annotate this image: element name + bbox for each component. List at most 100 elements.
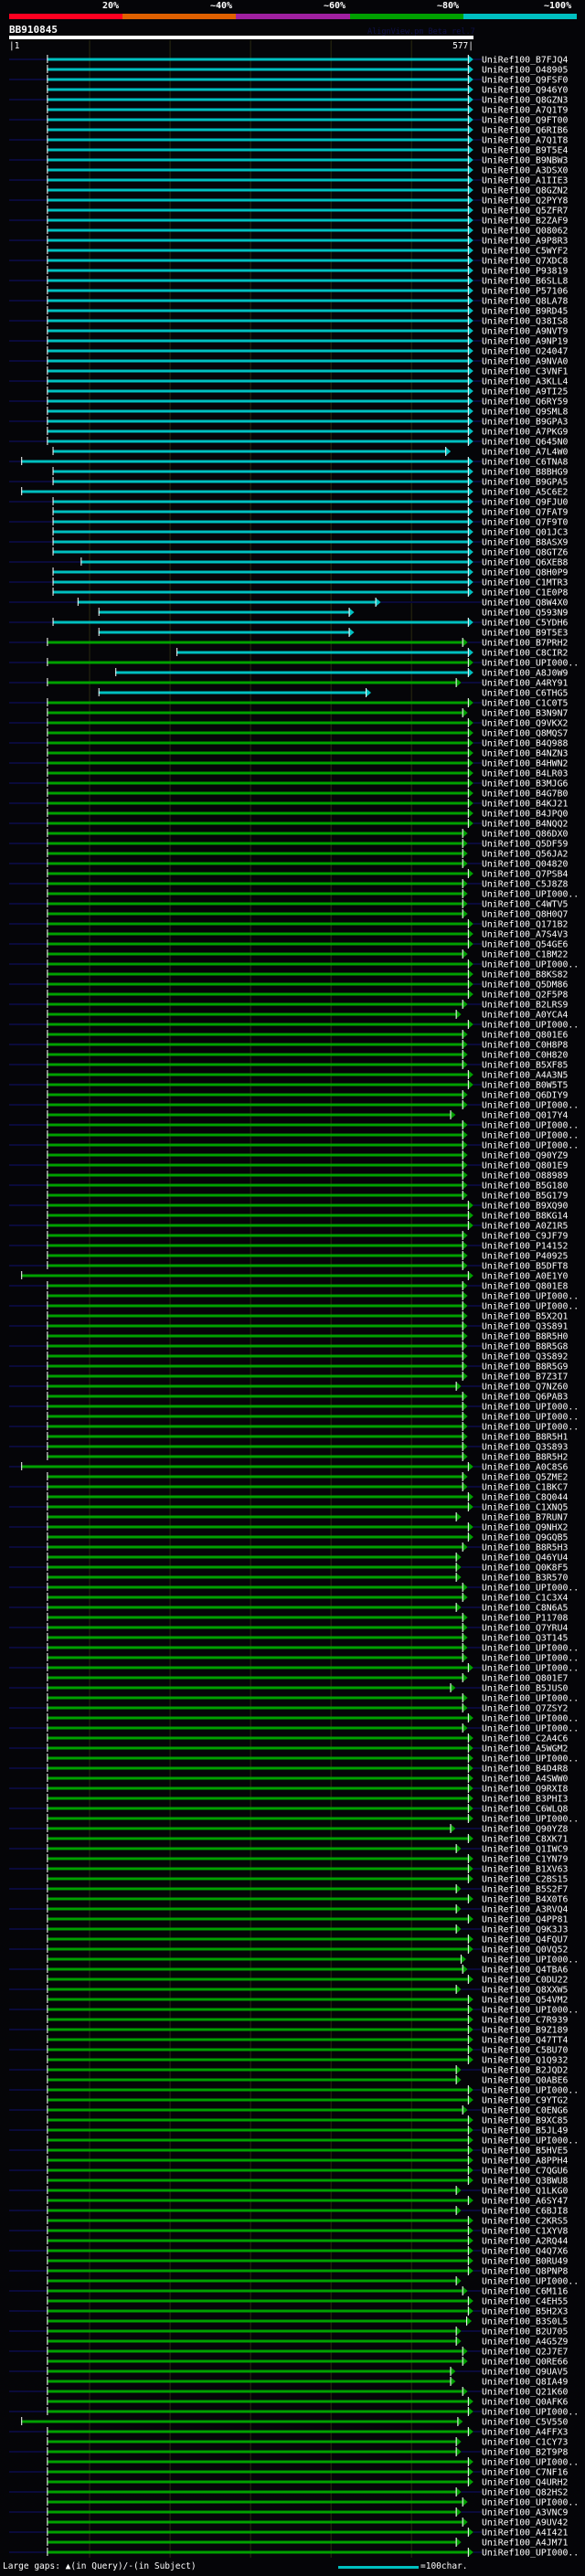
hit-label[interactable]: UniRef100_Q9FSF0 — [482, 76, 568, 86]
hit-row[interactable]: UniRef100_B4LR03 — [47, 769, 568, 779]
hit-row[interactable]: UniRef100_UPI000.. — [9, 1100, 579, 1111]
hit-label[interactable]: UniRef100_B6SLL8 — [482, 277, 568, 287]
hit-label[interactable]: UniRef100_A9NVT9 — [482, 327, 568, 337]
hit-row[interactable]: UniRef100_Q4Q7X6 — [9, 2246, 568, 2257]
hit-row[interactable]: UniRef100_Q0ABE6 — [47, 2075, 568, 2086]
hit-label[interactable]: UniRef100_Q017Y4 — [482, 1111, 568, 1121]
hit-row[interactable]: UniRef100_Q1IWC9 — [9, 1844, 568, 1855]
hit-label[interactable]: UniRef100_Q7PSB4 — [482, 870, 568, 880]
hit-label[interactable]: UniRef100_UPI000.. — [482, 1021, 579, 1031]
hit-label[interactable]: UniRef100_A3DSX0 — [482, 166, 568, 176]
hit-row[interactable]: UniRef100_C7R939 — [47, 2015, 568, 2026]
hit-row[interactable]: UniRef100_B8ASX9 — [9, 537, 568, 548]
hit-label[interactable]: UniRef100_UPI000.. — [482, 1754, 579, 1765]
hit-row[interactable]: UniRef100_Q8W4X0 — [9, 598, 568, 609]
hit-row[interactable]: UniRef100_Q593N9 — [98, 608, 569, 619]
hit-row[interactable]: UniRef100_UPI000.. — [47, 1412, 579, 1423]
hit-row[interactable]: UniRef100_C8CIR2 — [176, 648, 568, 659]
hit-label[interactable]: UniRef100_B8KS82 — [482, 970, 568, 981]
hit-label[interactable]: UniRef100_C5V550 — [482, 2418, 568, 2428]
hit-label[interactable]: UniRef100_C6TNA8 — [482, 458, 568, 468]
hit-label[interactable]: UniRef100_UPI000.. — [482, 1413, 579, 1423]
hit-row[interactable]: UniRef100_B9T5E4 — [47, 145, 568, 156]
hit-row[interactable]: UniRef100_Q3BWU8 — [47, 2176, 568, 2187]
hit-label[interactable]: UniRef100_C1XNQ5 — [482, 1503, 568, 1513]
hit-row[interactable]: UniRef100_Q2PYY8 — [9, 196, 568, 207]
hit-label[interactable]: UniRef100_Q0ABE6 — [482, 2076, 568, 2086]
hit-label[interactable]: UniRef100_B3PHI3 — [482, 1795, 568, 1805]
hit-label[interactable]: UniRef100_B2U705 — [482, 2327, 568, 2337]
hit-label[interactable]: UniRef100_C9JF79 — [482, 1232, 568, 1242]
hit-row[interactable]: UniRef100_B4KJ21 — [9, 799, 568, 810]
hit-row[interactable]: UniRef100_C6TNA8 — [9, 457, 568, 468]
hit-label[interactable]: UniRef100_B5HVE5 — [482, 2147, 568, 2157]
hit-row[interactable]: UniRef100_C5V550 — [21, 2417, 568, 2428]
hit-row[interactable]: UniRef100_Q5DM86 — [9, 980, 568, 991]
hit-row[interactable]: UniRef100_Q3T145 — [47, 1633, 568, 1644]
hit-row[interactable]: UniRef100_Q5ZFR7 — [47, 206, 568, 217]
hit-row[interactable]: UniRef100_B4NQQ2 — [9, 819, 568, 830]
hit-row[interactable]: UniRef100_A4I421 — [9, 2528, 568, 2539]
hit-row[interactable]: UniRef100_Q801E9 — [9, 1161, 568, 1171]
hit-label[interactable]: UniRef100_Q7F9T0 — [482, 518, 568, 528]
hit-row[interactable]: UniRef100_UPI000.. — [9, 1663, 579, 1674]
hit-row[interactable]: UniRef100_A5WGM2 — [9, 1744, 568, 1754]
hit-label[interactable]: UniRef100_B7PRH2 — [482, 639, 568, 649]
hit-row[interactable]: UniRef100_A9NVA0 — [9, 356, 568, 367]
hit-row[interactable]: UniRef100_Q017Y4 — [47, 1110, 568, 1121]
hit-row[interactable]: UniRef100_C1C3X4 — [47, 1593, 568, 1604]
hit-row[interactable]: UniRef100_P14152 — [9, 1241, 568, 1252]
hit-label[interactable]: UniRef100_Q01JC3 — [482, 528, 568, 538]
hit-row[interactable]: UniRef100_C5YDH6 — [9, 618, 568, 629]
hit-label[interactable]: UniRef100_Q21K60 — [482, 2388, 568, 2398]
hit-row[interactable]: UniRef100_Q21K60 — [9, 2387, 568, 2398]
hit-row[interactable]: UniRef100_UPI000.. — [9, 1402, 579, 1413]
hit-label[interactable]: UniRef100_Q0K8F5 — [482, 1564, 568, 1574]
hit-row[interactable]: UniRef100_O88989 — [47, 1171, 568, 1182]
hit-label[interactable]: UniRef100_B7FJQ4 — [482, 56, 568, 66]
hit-label[interactable]: UniRef100_B8ASX9 — [482, 538, 568, 548]
hit-row[interactable]: UniRef100_B2ZAF9 — [9, 216, 568, 227]
hit-label[interactable]: UniRef100_Q9SML8 — [482, 408, 568, 418]
hit-label[interactable]: UniRef100_Q8XXW5 — [482, 1986, 568, 1996]
hit-label[interactable]: UniRef100_C7QGU6 — [482, 2167, 568, 2177]
hit-label[interactable]: UniRef100_A4A3N5 — [482, 1071, 568, 1081]
hit-label[interactable]: UniRef100_C1MTR3 — [482, 578, 568, 588]
hit-row[interactable]: UniRef100_B2LRS9 — [9, 1000, 568, 1011]
hit-label[interactable]: UniRef100_A0C8S6 — [482, 1463, 568, 1473]
hit-row[interactable]: UniRef100_A7PKG9 — [47, 427, 568, 438]
hit-row[interactable]: UniRef100_Q46YU4 — [47, 1553, 568, 1564]
hit-label[interactable]: UniRef100_A9NVA0 — [482, 357, 568, 367]
hit-row[interactable]: UniRef100_B3N9N7 — [47, 708, 568, 719]
hit-label[interactable]: UniRef100_B0W5T5 — [482, 1081, 568, 1091]
hit-label[interactable]: UniRef100_A4I421 — [482, 2528, 568, 2539]
hit-row[interactable]: UniRef100_A9TI25 — [47, 387, 568, 398]
hit-label[interactable]: UniRef100_UPI000.. — [482, 890, 579, 900]
hit-label[interactable]: UniRef100_Q645N0 — [482, 438, 568, 448]
hit-row[interactable]: UniRef100_C4EH55 — [47, 2296, 568, 2307]
hit-label[interactable]: UniRef100_O88989 — [482, 1171, 568, 1182]
hit-row[interactable]: UniRef100_B5HVE5 — [9, 2146, 568, 2157]
hit-label[interactable]: UniRef100_Q7ZSY2 — [482, 1704, 568, 1714]
hit-label[interactable]: UniRef100_B0RU49 — [482, 2257, 568, 2267]
hit-row[interactable]: UniRef100_A1IIE3 — [9, 175, 568, 186]
hit-label[interactable]: UniRef100_A9TI25 — [482, 387, 568, 398]
hit-label[interactable]: UniRef100_A5WGM2 — [482, 1744, 568, 1754]
hit-label[interactable]: UniRef100_UPI000.. — [482, 2086, 579, 2096]
hit-label[interactable]: UniRef100_B9RD45 — [482, 307, 568, 317]
hit-row[interactable]: UniRef100_A3VNC9 — [9, 2507, 568, 2518]
hit-label[interactable]: UniRef100_B8R5H3 — [482, 1543, 568, 1553]
hit-row[interactable]: UniRef100_Q7ZSY2 — [9, 1703, 568, 1714]
hit-row[interactable]: UniRef100_Q8GZN3 — [9, 95, 568, 106]
hit-label[interactable]: UniRef100_Q3BWU8 — [482, 2177, 568, 2187]
hit-row[interactable]: UniRef100_A7Q1T8 — [9, 135, 568, 146]
hit-label[interactable]: UniRef100_B2JQD2 — [482, 2066, 568, 2076]
hit-row[interactable]: UniRef100_UPI000.. — [47, 1814, 579, 1825]
hit-row[interactable]: UniRef100_Q4FQU7 — [47, 1935, 568, 1945]
hit-row[interactable]: UniRef100_Q5ZME2 — [47, 1472, 568, 1483]
hit-label[interactable]: UniRef100_C8CIR2 — [482, 649, 568, 659]
hit-row[interactable]: UniRef100_A0Z1R5 — [9, 1221, 568, 1232]
hit-label[interactable]: UniRef100_C0H820 — [482, 1051, 568, 1061]
hit-label[interactable]: UniRef100_B9XC85 — [482, 2116, 568, 2126]
hit-row[interactable]: UniRef100_Q7PSB4 — [47, 869, 568, 880]
